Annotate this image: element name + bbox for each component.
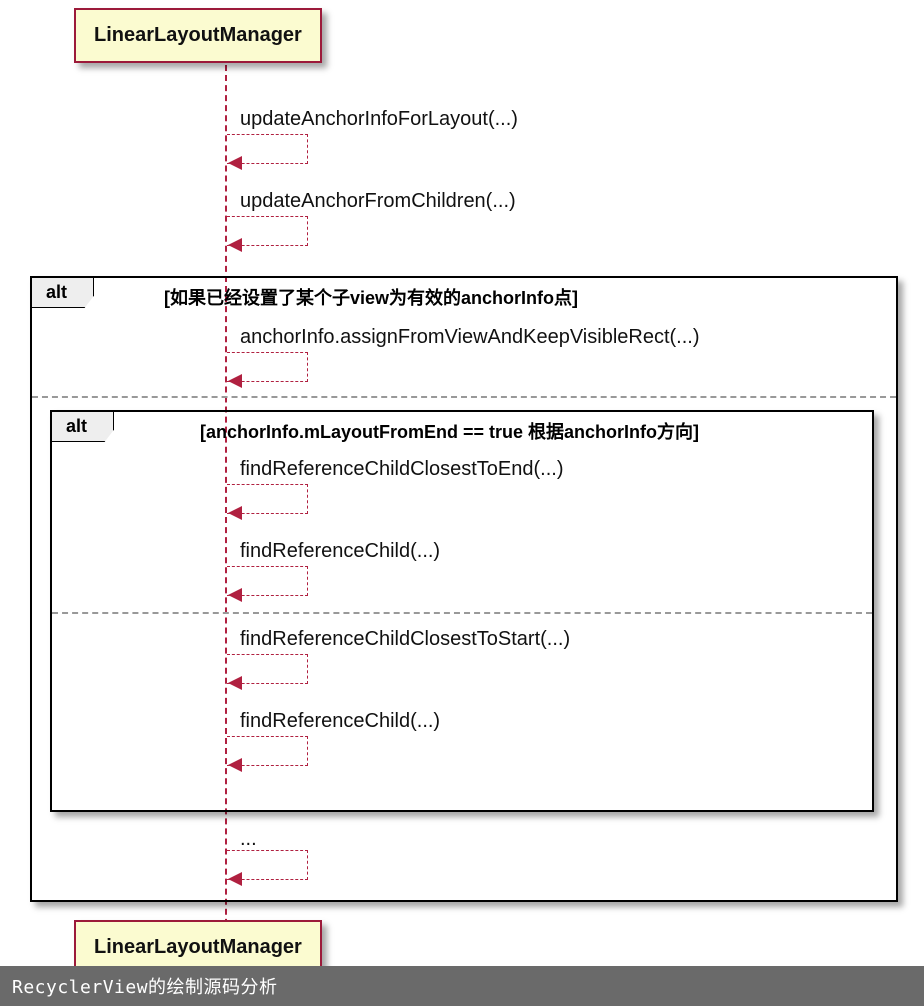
fragment-guard: [anchorInfo.mLayoutFromEnd == true 根据anc… (200, 418, 699, 444)
return-arrow-icon (228, 506, 242, 520)
participant-label: LinearLayoutManager (94, 24, 302, 46)
return-arrow-icon (228, 374, 242, 388)
return-arrow-icon (228, 156, 242, 170)
message-label: findReferenceChild(...) (240, 540, 440, 563)
message-label: anchorInfo.assignFromViewAndKeepVisibleR… (240, 326, 700, 349)
fragment-label: alt (51, 411, 114, 442)
fragment-label: alt (31, 277, 94, 308)
caption-bar: RecyclerView的绘制源码分析 (0, 966, 924, 1006)
participant-top: LinearLayoutManager (74, 8, 322, 63)
return-arrow-icon (228, 588, 242, 602)
return-arrow-icon (228, 676, 242, 690)
sequence-diagram: LinearLayoutManager updateAnchorInfoForL… (0, 0, 924, 1006)
message-label: findReferenceChildClosestToStart(...) (240, 628, 570, 651)
return-arrow-icon (228, 872, 242, 886)
return-arrow-icon (228, 758, 242, 772)
message-label: findReferenceChildClosestToEnd(...) (240, 458, 564, 481)
fragment-separator (52, 612, 872, 614)
message-label: updateAnchorFromChildren(...) (240, 190, 516, 213)
fragment-separator (32, 396, 896, 398)
message-label: findReferenceChild(...) (240, 710, 440, 733)
fragment-guard: [如果已经设置了某个子view为有效的anchorInfo点] (164, 284, 578, 310)
participant-label: LinearLayoutManager (94, 936, 302, 958)
message-label: ... (240, 828, 257, 851)
caption-text: RecyclerView的绘制源码分析 (12, 973, 278, 999)
message-label: updateAnchorInfoForLayout(...) (240, 108, 518, 131)
return-arrow-icon (228, 238, 242, 252)
